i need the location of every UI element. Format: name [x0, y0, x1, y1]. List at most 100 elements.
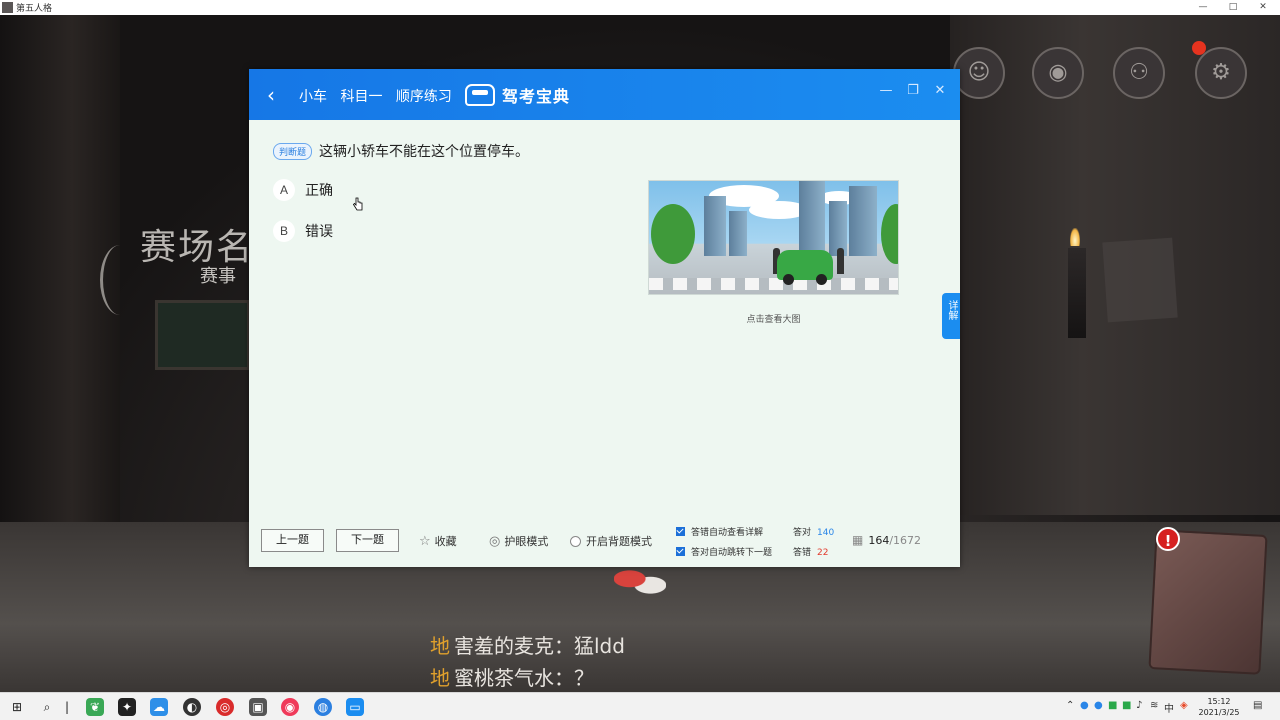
app-cloud-icon[interactable]: ☁ — [150, 698, 168, 716]
recite-mode-label: 开启背题模式 — [586, 535, 652, 548]
system-clock[interactable]: 15:12 2021/3/25 — [1197, 696, 1241, 718]
building — [799, 181, 825, 256]
notification-dot — [1192, 41, 1206, 55]
option-text: 正确 — [305, 183, 333, 199]
recite-mode-toggle[interactable]: 开启背题模式 — [570, 533, 652, 549]
tray-cloud-icon[interactable]: ● — [1080, 700, 1089, 711]
auto-next-checkbox[interactable] — [676, 547, 685, 556]
auto-explain-checkbox[interactable] — [676, 527, 685, 536]
question-row: 判断题 这辆小轿车不能在这个位置停车。 — [273, 141, 529, 161]
chat-line: 地蜜桃茶气水：？ — [430, 662, 594, 691]
network-icon[interactable]: ≋ — [1150, 700, 1158, 711]
next-question-button[interactable]: 下一题 — [336, 529, 399, 552]
close-icon[interactable]: ✕ — [1248, 0, 1278, 15]
breadcrumb-vehicle[interactable]: 小车 — [299, 89, 327, 105]
building — [729, 211, 747, 256]
recite-mode-radio[interactable] — [570, 535, 581, 547]
crosswalk — [649, 278, 898, 290]
auto-next-label: 答对自动跳转下一题 — [691, 548, 773, 558]
wrong-label: 答错 — [793, 548, 812, 558]
windows-start-icon[interactable]: ⊞ — [8, 698, 26, 716]
current-question-number: 164 — [868, 533, 890, 547]
app-music-icon[interactable]: ◎ — [216, 698, 234, 716]
auto-explain-label: 答错自动查看详解 — [691, 528, 764, 538]
brand-logo: 驾考宝典 — [465, 82, 570, 108]
auto-explain-checkbox-row[interactable]: 答错自动查看详解 — [676, 525, 763, 538]
total-questions: /1672 — [889, 533, 922, 547]
team-icon[interactable]: ⚇ — [1113, 47, 1165, 99]
app-header: ‹ 小车 科目一 顺序练习 驾考宝典 — ❐ ✕ — [249, 69, 960, 120]
task-view-icon[interactable]: | — [62, 698, 72, 716]
eye-mode-label: 护眼模式 — [504, 535, 549, 548]
minimize-icon[interactable]: — — [1188, 0, 1218, 15]
pedestrian — [837, 248, 844, 274]
tree — [881, 204, 898, 264]
question-text: 这辆小轿车不能在这个位置停车。 — [319, 144, 530, 160]
journal-book-icon[interactable] — [1148, 529, 1268, 675]
maximize-icon[interactable]: □ — [1218, 0, 1248, 15]
explanation-tab-label: 详解 — [946, 300, 957, 320]
green-car — [777, 250, 833, 285]
game-character — [614, 566, 666, 598]
candle-flame — [1070, 228, 1080, 246]
close-icon[interactable]: ✕ — [930, 81, 950, 101]
tray-chevron-icon[interactable]: ⌃ — [1066, 700, 1074, 711]
eye-mode-button[interactable]: ◎ 护眼模式 — [489, 533, 548, 549]
option-a[interactable]: A 正确 — [273, 179, 333, 201]
tray-green-icon[interactable]: ■ — [1122, 700, 1131, 711]
app-leaf-icon[interactable]: ❦ — [86, 698, 104, 716]
back-chevron-icon[interactable]: ‹ — [267, 83, 275, 107]
clock-time: 15:12 — [1207, 697, 1231, 706]
notification-icon[interactable]: ▤ — [1253, 700, 1262, 711]
chat-channel-tag: 地 — [430, 666, 450, 690]
auto-next-checkbox-row[interactable]: 答对自动跳转下一题 — [676, 545, 772, 558]
chat-message: 蜜桃茶气水：？ — [454, 666, 594, 690]
hand-cursor-icon — [353, 197, 363, 211]
input-method-icon[interactable]: 中 — [1164, 700, 1174, 715]
profile-icon[interactable]: ◉ — [1032, 47, 1084, 99]
app-identity-icon[interactable]: ▣ — [249, 698, 267, 716]
game-window-title: 第五人格 — [16, 4, 53, 14]
app-game-icon[interactable]: ✦ — [118, 698, 136, 716]
option-text: 错误 — [305, 224, 333, 240]
app-browser-icon[interactable]: ◍ — [314, 698, 332, 716]
game-app-icon — [2, 2, 13, 13]
right-count: 140 — [817, 528, 835, 538]
question-image[interactable] — [648, 180, 899, 295]
app-media-icon[interactable]: ◐ — [183, 698, 201, 716]
option-letter: A — [273, 179, 295, 201]
tray-app-icon[interactable]: ● — [1094, 700, 1103, 711]
chat-line: 地害羞的麦克：猛ldd — [430, 630, 625, 659]
search-icon[interactable]: ⌕ — [38, 698, 56, 716]
arena-title: 赛场名 — [140, 227, 255, 268]
friends-icon[interactable]: ☺ — [953, 47, 1005, 99]
chalkboard — [155, 300, 250, 370]
favorite-label: 收藏 — [434, 535, 457, 548]
explanation-side-tab[interactable]: 详解 — [942, 293, 960, 339]
candle — [1068, 248, 1086, 338]
view-large-image-link[interactable]: 点击查看大图 — [648, 312, 899, 325]
app-video-icon[interactable]: ◉ — [281, 698, 299, 716]
tree — [651, 204, 695, 264]
breadcrumb: 小车 科目一 顺序练习 — [299, 86, 461, 106]
prev-question-button[interactable]: 上一题 — [261, 529, 324, 552]
question-progress[interactable]: ▦ 164 /1672 — [852, 533, 921, 547]
building — [704, 196, 726, 256]
restore-icon[interactable]: ❐ — [903, 81, 923, 101]
eye-icon: ◎ — [489, 533, 501, 549]
tray-security-icon[interactable]: ◈ — [1180, 700, 1188, 711]
arena-subtitle: 赛事 — [200, 266, 236, 287]
game-title-bar: 第五人格 — □ ✕ — [0, 0, 1280, 15]
breadcrumb-subject[interactable]: 科目一 — [340, 89, 382, 105]
question-grid-icon: ▦ — [852, 533, 864, 547]
breadcrumb-mode: 顺序练习 — [395, 89, 452, 105]
minimize-icon[interactable]: — — [876, 81, 896, 101]
gear-icon[interactable]: ⚙ — [1195, 47, 1247, 99]
favorite-button[interactable]: ☆ 收藏 — [419, 533, 457, 549]
driving-test-window: ‹ 小车 科目一 顺序练习 驾考宝典 — ❐ ✕ 判断题 这辆小轿车不能在这个位… — [249, 69, 960, 567]
option-b[interactable]: B 错误 — [273, 220, 333, 242]
volume-icon[interactable]: ♪ — [1136, 700, 1142, 711]
app-driving-test-icon[interactable]: ▭ — [346, 698, 364, 716]
tray-nvidia-icon[interactable]: ■ — [1108, 700, 1117, 711]
right-count-stat: 答对 140 — [793, 525, 834, 538]
